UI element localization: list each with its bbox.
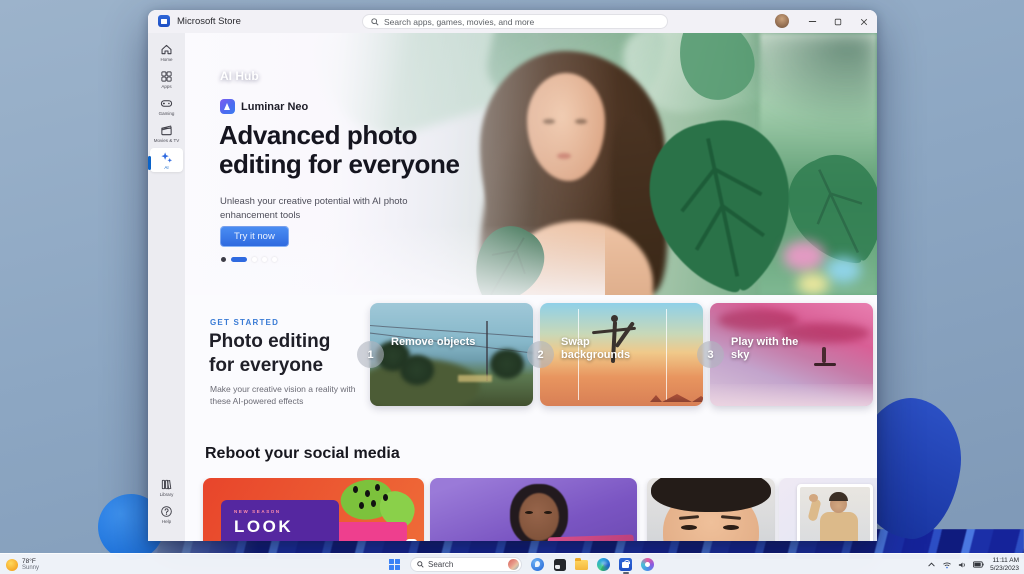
taskbar-item-photos[interactable] — [641, 558, 654, 571]
store-app-icon — [158, 15, 170, 27]
clapperboard-icon — [161, 125, 172, 136]
get-started-cards: 1 Remove objects 2 Swap backgrounds 3 Pl… — [357, 303, 873, 406]
social-card-selfie[interactable] — [647, 478, 775, 541]
minimize-icon — [808, 21, 816, 22]
social-cards-row: NEW SEASON LOOK — [185, 478, 877, 541]
maximize-button[interactable] — [825, 10, 851, 33]
taskbar-item-terminal[interactable] — [553, 558, 566, 571]
sidebar-item-apps[interactable]: Apps — [150, 67, 183, 91]
microsoft-store-icon — [619, 558, 632, 571]
taskbar-item-store[interactable] — [619, 558, 632, 574]
carousel-dot[interactable] — [252, 257, 257, 262]
terminal-icon — [553, 558, 566, 571]
edge-icon — [597, 558, 610, 571]
help-icon — [161, 506, 172, 517]
carousel-dot-active[interactable] — [231, 257, 247, 262]
social-card-video-call[interactable] — [779, 478, 877, 541]
sidebar-item-ai[interactable]: AI — [148, 148, 183, 172]
clock-date: 5/23/2023 — [990, 564, 1019, 572]
close-icon — [860, 18, 868, 25]
wifi-icon[interactable] — [942, 561, 952, 569]
account-avatar[interactable] — [775, 14, 789, 28]
step-number-badge: 2 — [527, 341, 554, 368]
page-title: AI Hub — [220, 69, 259, 83]
search-icon — [417, 561, 424, 568]
apps-grid-icon — [161, 71, 172, 82]
get-started-subtitle: Make your creative vision a reality with… — [210, 384, 356, 406]
card-label: Remove objects — [391, 336, 476, 348]
social-card-look-promo[interactable]: NEW SEASON LOOK — [203, 478, 424, 541]
photos-icon — [641, 558, 654, 571]
sunny-weather-icon — [6, 558, 18, 571]
try-it-now-button[interactable]: Try it now — [220, 226, 289, 247]
get-started-title: Photo editing for everyone — [209, 331, 331, 376]
sidebar-item-gaming[interactable]: Gaming — [150, 94, 183, 118]
store-search-placeholder: Search apps, games, movies, and more — [384, 16, 535, 27]
social-card-portrait-cutout[interactable] — [430, 478, 637, 541]
hero-banner[interactable]: AI Hub Luminar Neo Advanced photo editin… — [185, 33, 877, 295]
carousel-dot[interactable] — [262, 257, 267, 262]
taskbar-item-edge[interactable] — [597, 558, 610, 571]
card-label: Swap backgrounds — [561, 336, 631, 361]
home-icon — [161, 44, 172, 55]
search-icon — [371, 17, 379, 26]
weather-temp: 78°F — [22, 557, 36, 565]
selected-indicator — [148, 156, 151, 170]
clock-time: 11:11 AM — [992, 557, 1020, 564]
sidebar-item-home[interactable]: Home — [150, 40, 183, 64]
featured-app-name: Luminar Neo — [241, 100, 309, 113]
store-search-input[interactable]: Search apps, games, movies, and more — [362, 14, 668, 29]
card-swap-backgrounds[interactable]: 2 Swap backgrounds — [527, 303, 703, 406]
tray-chevron-up-icon[interactable] — [927, 561, 936, 568]
taskbar-item-file-explorer[interactable] — [575, 557, 588, 571]
start-button[interactable] — [388, 558, 401, 571]
camera-app-icon — [406, 539, 417, 541]
carousel-dots[interactable] — [221, 257, 277, 262]
maximize-icon — [834, 18, 842, 25]
step-number-badge: 3 — [697, 341, 724, 368]
window-title: Microsoft Store — [177, 15, 241, 27]
close-button[interactable] — [851, 10, 877, 33]
sidebar-item-movies-tv[interactable]: Movies & TV — [150, 121, 183, 145]
titlebar[interactable]: Microsoft Store Search apps, games, movi… — [148, 10, 877, 33]
card-remove-objects[interactable]: 1 Remove objects — [357, 303, 533, 406]
store-nav-rail: Home Apps Gaming Movies & TV AI Library … — [148, 33, 185, 541]
taskbar-clock[interactable]: 11:11 AM 5/23/2023 — [990, 557, 1019, 572]
minimize-button[interactable] — [799, 10, 825, 33]
microsoft-store-window: Microsoft Store Search apps, games, movi… — [148, 10, 877, 541]
bing-icon — [531, 558, 544, 571]
search-highlight-image — [508, 559, 519, 570]
step-number-badge: 1 — [357, 341, 384, 368]
battery-icon[interactable] — [973, 561, 984, 568]
sidebar-item-library[interactable]: Library — [150, 475, 183, 499]
taskbar-item-bing[interactable] — [531, 558, 544, 571]
taskbar-search-label: Search — [428, 560, 454, 569]
weather-condition: Sunny — [22, 564, 40, 571]
card-label: Play with the sky — [731, 336, 799, 361]
file-explorer-icon — [575, 557, 588, 570]
promo-eyebrow: NEW SEASON — [234, 509, 281, 514]
hero-subtitle: Unleash your creative potential with AI … — [220, 196, 408, 221]
sidebar-item-help[interactable]: Help — [150, 502, 183, 526]
taskbar: 78°F Sunny Search 11:11 AM 5/23/2023 — [0, 553, 1024, 574]
promo-title: LOOK — [234, 517, 294, 536]
store-content: AI Hub Luminar Neo Advanced photo editin… — [185, 33, 877, 541]
speaker-icon[interactable] — [958, 561, 967, 569]
card-play-with-sky[interactable]: 3 Play with the sky — [697, 303, 873, 406]
gamepad-icon — [160, 100, 173, 107]
desktop: Microsoft Store Search apps, games, movi… — [0, 0, 1024, 574]
hero-title: Advanced photo editing for everyone — [219, 120, 460, 179]
get-started-eyebrow: GET STARTED — [210, 318, 280, 327]
taskbar-search[interactable]: Search — [410, 557, 522, 572]
featured-app[interactable]: Luminar Neo — [220, 99, 308, 114]
carousel-dot[interactable] — [272, 257, 277, 262]
carousel-dot[interactable] — [221, 257, 226, 262]
luminar-neo-icon — [220, 99, 235, 114]
weather-widget[interactable]: 78°F Sunny — [6, 556, 39, 573]
ai-sparkles-icon — [161, 152, 173, 163]
library-icon — [161, 479, 172, 490]
section-title-social: Reboot your social media — [205, 445, 400, 462]
windows-logo-icon — [389, 559, 400, 570]
